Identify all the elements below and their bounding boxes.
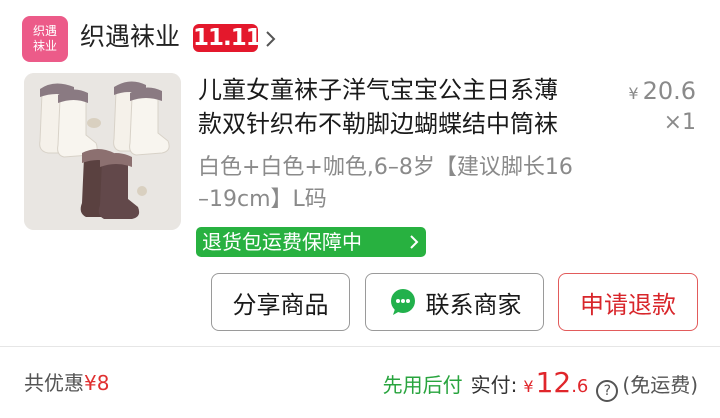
double-eleven-badge: 11.11	[193, 24, 262, 52]
payment-summary: 先用后付 实付: ¥12.6 ? (免运费)	[383, 366, 698, 402]
discount-value: ¥8	[84, 371, 110, 395]
shop-logo[interactable]: 织遇 袜业	[22, 16, 68, 62]
return-tag-label: 退货包运费保障中	[202, 230, 362, 254]
free-shipping-label: (免运费)	[622, 373, 698, 397]
paid-label: 实付:	[470, 373, 518, 397]
product-spec-line-1: 白色+白色+咖色,6–8岁【建议脚长16	[198, 155, 573, 180]
chat-bubble-icon	[390, 289, 415, 315]
chevron-right-icon	[410, 235, 419, 249]
product-title[interactable]: 儿童女童袜子洋气宝宝公主日系薄 款双针织布不勒脚边蝴蝶结中筒袜	[198, 73, 613, 141]
product-title-line-1: 儿童女童袜子洋气宝宝公主日系薄	[198, 76, 558, 104]
chevron-right-icon[interactable]	[262, 30, 280, 48]
total-discount: 共优惠¥8	[24, 368, 109, 398]
unit-price: ¥20.6	[628, 76, 696, 109]
socks-image	[24, 73, 181, 230]
contact-seller-button[interactable]: 联系商家	[365, 273, 544, 331]
share-product-label: 分享商品	[232, 290, 329, 319]
product-spec-line-2: –19cm】L码	[198, 187, 327, 212]
price-currency: ¥	[628, 84, 639, 103]
divider	[0, 346, 720, 347]
price-value: 20.6	[642, 77, 696, 105]
shop-logo-text-1: 织遇	[32, 24, 57, 38]
paid-amount-decimal: .6	[571, 376, 589, 397]
help-icon[interactable]: ?	[596, 380, 619, 402]
product-thumbnail[interactable]	[24, 73, 181, 230]
discount-label: 共优惠	[24, 371, 84, 395]
shop-header[interactable]: 织遇 袜业 织遇袜业 11.11	[0, 0, 720, 74]
return-shipping-guarantee-tag[interactable]: 退货包运费保障中	[196, 227, 426, 257]
quantity: ×1	[663, 110, 696, 135]
paid-currency: ¥	[523, 377, 534, 396]
product-spec: 白色+白色+咖色,6–8岁【建议脚长16 –19cm】L码	[198, 152, 618, 216]
contact-seller-label: 联系商家	[425, 290, 522, 319]
shop-name[interactable]: 织遇袜业	[80, 19, 180, 55]
pay-later-label[interactable]: 先用后付	[383, 368, 463, 402]
product-title-line-2: 款双针织布不勒脚边蝴蝶结中筒袜	[198, 110, 558, 138]
request-refund-button[interactable]: 申请退款	[558, 273, 698, 331]
request-refund-label: 申请退款	[580, 290, 676, 319]
paid-amount-integer: 12	[535, 366, 572, 399]
share-product-button[interactable]: 分享商品	[211, 273, 350, 331]
shop-logo-text-2: 袜业	[32, 39, 57, 53]
